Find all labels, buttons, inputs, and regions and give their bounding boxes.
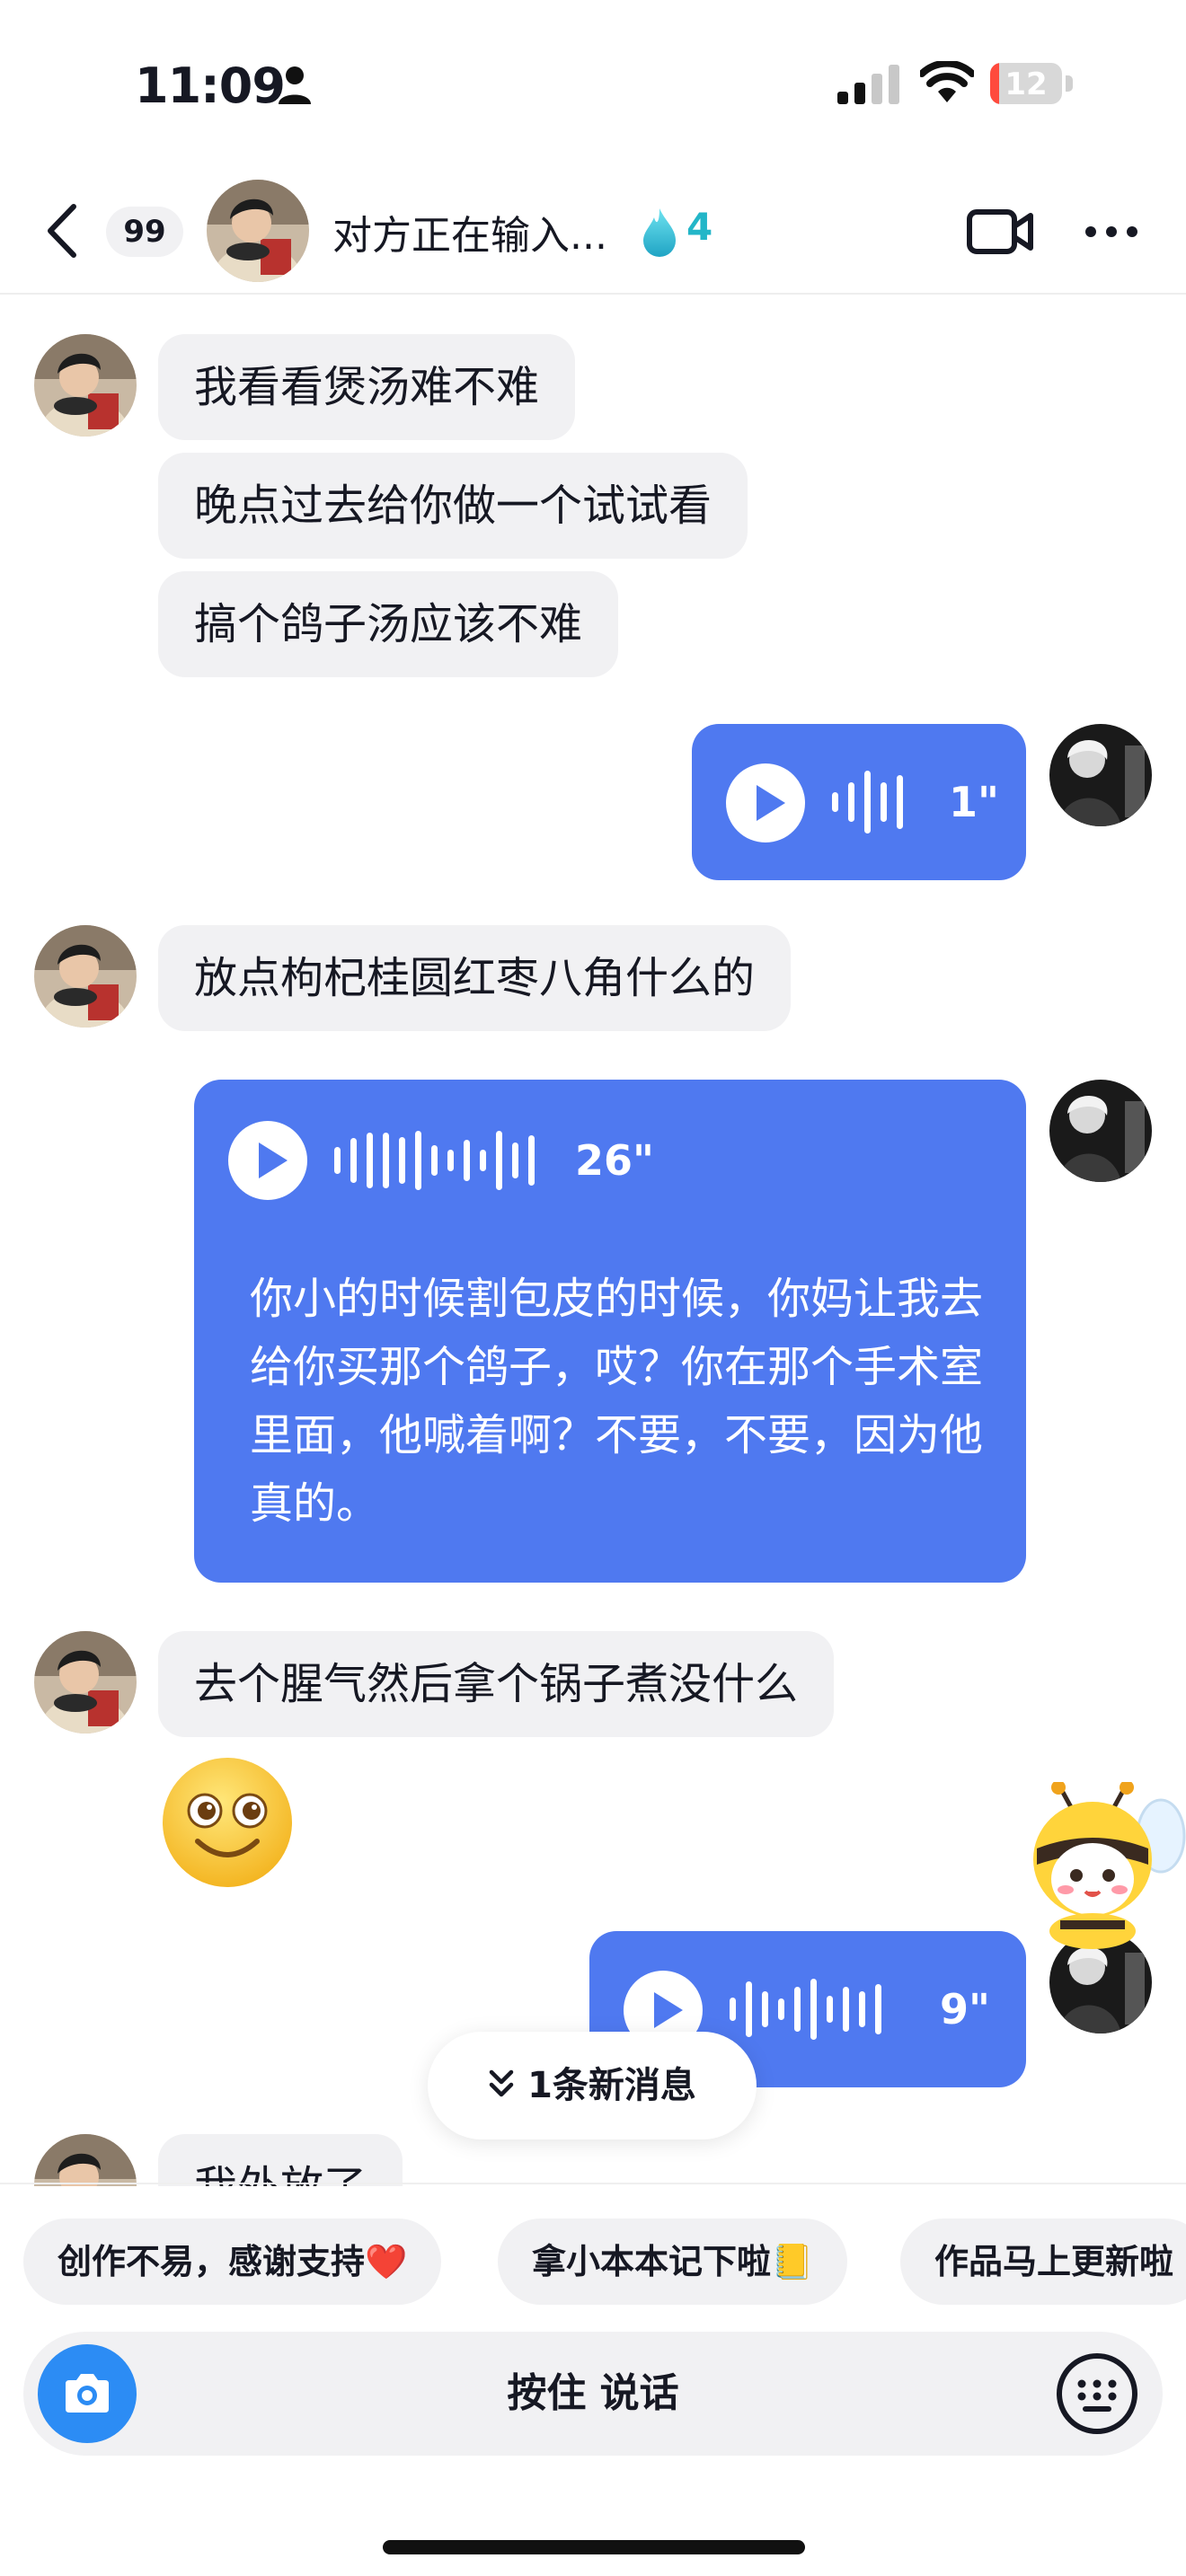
- more-icon[interactable]: [1084, 225, 1139, 239]
- hold-to-talk-button[interactable]: 按住 说话: [23, 2332, 1163, 2456]
- voice-duration: 1": [949, 778, 999, 826]
- my-avatar[interactable]: [1049, 724, 1152, 826]
- smiley-emoji-icon[interactable]: [160, 1755, 295, 1890]
- camera-icon: [66, 2374, 109, 2413]
- voice-message[interactable]: 1": [692, 724, 1026, 880]
- message-bubble[interactable]: 我外放了: [158, 2134, 403, 2186]
- cellular-signal-icon: [837, 65, 899, 104]
- new-message-button[interactable]: 1条新消息: [428, 2032, 757, 2139]
- keyboard-icon[interactable]: [1055, 2351, 1139, 2436]
- home-indicator: [383, 2540, 805, 2554]
- waveform-icon: [334, 1125, 535, 1196]
- quick-reply-chip[interactable]: 作品马上更新啦: [900, 2219, 1186, 2305]
- battery-indicator: 12: [990, 63, 1073, 104]
- contact-avatar[interactable]: [34, 334, 137, 437]
- quick-reply-chip[interactable]: 拿小本本记下啦📒: [498, 2219, 848, 2305]
- message-bubble[interactable]: 晚点过去给你做一个试试看: [158, 453, 748, 559]
- streak-count: 4: [686, 205, 713, 249]
- message-composer: 按住 说话: [23, 2332, 1163, 2456]
- new-message-label: 1条新消息: [527, 2065, 696, 2106]
- message-bubble[interactable]: 我看看煲汤难不难: [158, 334, 576, 440]
- contact-avatar[interactable]: [34, 925, 137, 1028]
- camera-button[interactable]: [38, 2344, 137, 2443]
- chevron-left-icon[interactable]: [41, 201, 81, 260]
- flame-drop-icon: [643, 208, 676, 257]
- quick-reply-chip[interactable]: 创作不易，感谢支持❤️: [23, 2219, 442, 2305]
- chat-header: 99 对方正在输入... 4: [0, 171, 1186, 295]
- video-call-icon[interactable]: [967, 207, 1033, 257]
- quick-reply-bar: 创作不易，感谢支持❤️ 拿小本本记下啦📒 作品马上更新啦: [0, 2183, 1186, 2305]
- message-bubble[interactable]: 放点枸杞桂圆红枣八角什么的: [158, 925, 792, 1031]
- battery-percent: 12: [1005, 66, 1048, 102]
- contact-avatar[interactable]: [207, 180, 309, 282]
- waveform-icon: [730, 1973, 881, 2045]
- unread-count-badge[interactable]: 99: [106, 207, 183, 257]
- play-icon[interactable]: [726, 763, 805, 842]
- voice-transcript: 你小的时候割包皮的时候，你妈让我去给你买那个鸽子，哎？你在那个手术室里面，他喊着…: [250, 1274, 984, 1529]
- voice-duration: 26": [575, 1136, 654, 1185]
- voice-duration: 9": [940, 1985, 990, 2033]
- status-time: 11:09: [135, 57, 286, 114]
- voice-message-with-transcript[interactable]: 26" 你小的时候割包皮的时候，你妈让我去给你买那个鸽子，哎？你在那个手术室里面…: [194, 1080, 1026, 1583]
- message-bubble[interactable]: 搞个鸽子汤应该不难: [158, 571, 619, 677]
- contact-avatar[interactable]: [34, 1631, 137, 1734]
- play-icon[interactable]: [228, 1121, 307, 1200]
- waveform-icon: [832, 766, 903, 838]
- message-bubble[interactable]: 去个腥气然后拿个锅子煮没什么: [158, 1631, 835, 1737]
- partial-message-row: 我外放了: [0, 2134, 1186, 2186]
- my-avatar[interactable]: [1049, 1080, 1152, 1182]
- bee-mascot-icon[interactable]: [1024, 1782, 1186, 1953]
- double-chevron-down-icon: [489, 2069, 514, 2097]
- typing-status: 对方正在输入...: [332, 213, 607, 259]
- person-icon: [279, 66, 311, 104]
- wifi-icon: [920, 61, 974, 102]
- contact-avatar[interactable]: [34, 2134, 137, 2186]
